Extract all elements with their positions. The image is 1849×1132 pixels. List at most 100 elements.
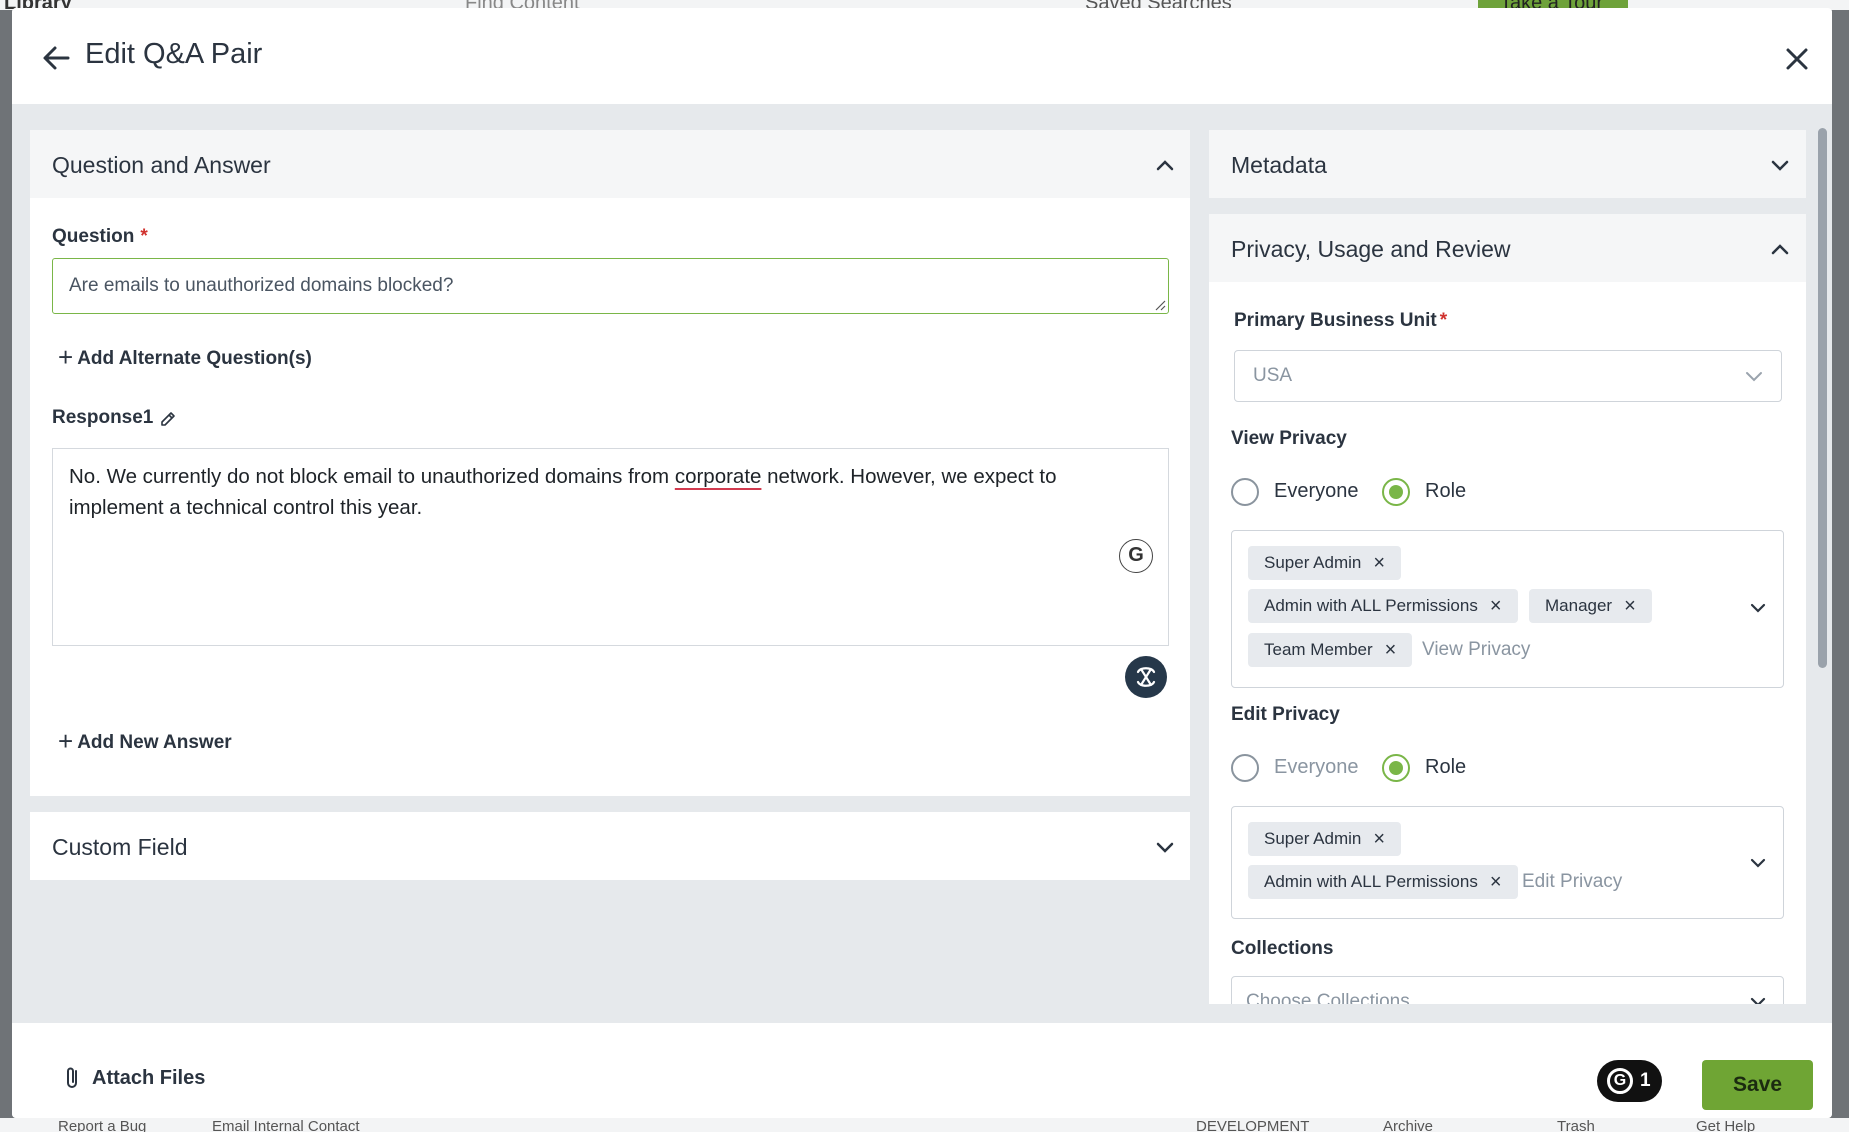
view-role-radio[interactable] <box>1382 478 1410 506</box>
collections-label: Collections <box>1231 938 1334 959</box>
edit-everyone-radio[interactable] <box>1231 754 1259 782</box>
business-unit-label-text: Primary Business Unit <box>1234 310 1437 331</box>
edit-privacy-placeholder[interactable]: Edit Privacy <box>1522 871 1622 893</box>
collections-placeholder: Choose Collections <box>1246 991 1410 1004</box>
qa-panel-header[interactable]: Question and Answer <box>30 130 1190 198</box>
paperclip-icon[interactable] <box>62 1065 82 1091</box>
metadata-title: Metadata <box>1231 152 1327 178</box>
chevron-up-icon <box>1156 160 1174 171</box>
modal-header: Edit Q&A Pair <box>12 8 1832 104</box>
metadata-header: Metadata <box>1209 130 1806 198</box>
business-unit-select[interactable]: USA <box>1234 350 1782 402</box>
custom-field-panel[interactable]: Custom Field <box>30 812 1190 880</box>
question-input[interactable]: Are emails to unauthorized domains block… <box>52 258 1169 314</box>
background-footer: Report a Bug Email Internal Contact DEVE… <box>0 1118 1849 1132</box>
bg-report-bug: Report a Bug <box>58 1118 147 1132</box>
bg-get-help: Get Help <box>1696 1118 1756 1132</box>
question-label-text: Question <box>52 226 135 247</box>
view-tag-manager: Manager × <box>1529 589 1652 623</box>
privacy-header[interactable]: Privacy, Usage and Review <box>1209 214 1806 282</box>
attach-files-button[interactable]: Attach Files <box>92 1067 205 1090</box>
plus-icon: + <box>58 726 74 756</box>
response-label: Response1 <box>52 407 153 429</box>
view-privacy-multiselect[interactable]: Super Admin × Admin with ALL Permissions ×… <box>1231 530 1784 688</box>
grammarly-icon: G <box>1607 1068 1633 1094</box>
chevron-down-icon[interactable] <box>1747 597 1769 619</box>
required-mark: * <box>140 226 148 247</box>
response-editor[interactable]: No. We currently do not block email to u… <box>52 448 1169 646</box>
bg-environment: DEVELOPMENT <box>1196 1118 1310 1132</box>
chevron-down-icon[interactable] <box>1747 852 1769 874</box>
bg-trash: Trash <box>1557 1118 1595 1132</box>
add-alternate-question-button[interactable]: + Add Alternate Question(s) <box>58 342 312 373</box>
custom-field-title: Custom Field <box>52 834 188 860</box>
qa-panel-title: Question and Answer <box>52 152 271 178</box>
scrollbar-thumb[interactable] <box>1818 128 1827 668</box>
remove-tag-icon[interactable]: × <box>1490 872 1502 892</box>
plus-icon: + <box>58 342 74 372</box>
chevron-down-icon <box>1156 842 1174 853</box>
modal-title: Edit Q&A Pair <box>85 38 263 70</box>
chevron-down-icon <box>1750 997 1766 1004</box>
remove-tag-icon[interactable]: × <box>1373 829 1385 849</box>
metadata-panel[interactable]: Metadata <box>1209 130 1806 198</box>
question-label: Question * <box>52 226 148 248</box>
chevron-up-icon <box>1771 244 1789 255</box>
edit-everyone-label: Everyone <box>1274 756 1359 778</box>
edit-tag-admin-all: Admin with ALL Permissions × <box>1248 865 1518 899</box>
link-sync-icon <box>1136 667 1156 687</box>
close-icon <box>1786 48 1808 70</box>
add-new-answer-label: Add New Answer <box>77 732 232 753</box>
response-label-text: Response1 <box>52 407 154 428</box>
question-value: Are emails to unauthorized domains block… <box>69 275 454 296</box>
privacy-title: Privacy, Usage and Review <box>1231 236 1511 262</box>
grammarly-icon[interactable]: G <box>1119 539 1153 573</box>
edit-tag-super-admin: Super Admin × <box>1248 822 1402 856</box>
spellcheck-flagged-word[interactable]: corporate <box>675 465 762 488</box>
modal-footer: Attach Files G 1 Save <box>12 1023 1832 1118</box>
privacy-panel: Privacy, Usage and Review Primary Busine… <box>1209 214 1806 1004</box>
remove-tag-icon[interactable]: × <box>1385 640 1397 660</box>
chevron-down-icon <box>1771 160 1789 171</box>
edit-privacy-label: Edit Privacy <box>1231 704 1340 725</box>
chevron-down-icon <box>1746 372 1762 382</box>
bg-archive: Archive <box>1383 1118 1434 1132</box>
remove-tag-icon[interactable]: × <box>1624 596 1636 616</box>
view-tag-team-member: Team Member × <box>1248 633 1413 667</box>
edit-privacy-multiselect[interactable]: Super Admin × Admin with ALL Permissions ×… <box>1231 806 1784 919</box>
business-unit-label: Primary Business Unit * <box>1234 310 1447 332</box>
view-everyone-radio[interactable] <box>1231 478 1259 506</box>
arrow-left-icon <box>43 46 70 70</box>
bg-email-contact: Email Internal Contact <box>212 1118 360 1132</box>
edit-role-label: Role <box>1425 756 1467 778</box>
view-tag-admin-all: Admin with ALL Permissions × <box>1248 589 1518 623</box>
view-tag-super-admin: Super Admin × <box>1248 546 1402 580</box>
add-alternate-label: Add Alternate Question(s) <box>77 348 312 369</box>
tag-label: Admin with ALL Permissions <box>1264 596 1478 615</box>
grammarly-count-badge[interactable]: G 1 <box>1597 1060 1662 1102</box>
view-role-label: Role <box>1425 480 1467 502</box>
save-button[interactable]: Save <box>1702 1060 1813 1110</box>
view-privacy-label: View Privacy <box>1231 428 1347 449</box>
sync-content-button[interactable] <box>1125 656 1167 698</box>
view-privacy-placeholder[interactable]: View Privacy <box>1422 639 1530 661</box>
remove-tag-icon[interactable]: × <box>1373 553 1385 573</box>
edit-role-radio[interactable] <box>1382 754 1410 782</box>
response-text-part: No. We currently do not block email to u… <box>69 465 675 488</box>
tag-label: Admin with ALL Permissions <box>1264 872 1478 891</box>
required-mark: * <box>1439 310 1448 331</box>
tag-label: Team Member <box>1264 640 1373 659</box>
back-button[interactable] <box>38 40 74 76</box>
business-unit-value: USA <box>1253 365 1293 386</box>
pencil-icon[interactable] <box>158 409 178 429</box>
tag-label: Super Admin <box>1264 829 1362 848</box>
tag-label: Manager <box>1545 596 1613 615</box>
tag-label: Super Admin <box>1264 553 1362 572</box>
collections-select[interactable]: Choose Collections <box>1231 976 1784 1004</box>
resize-handle-icon[interactable] <box>1154 299 1166 311</box>
grammarly-count: 1 <box>1640 1070 1651 1091</box>
add-new-answer-button[interactable]: + Add New Answer <box>58 726 232 757</box>
view-everyone-label: Everyone <box>1274 480 1359 502</box>
close-button[interactable] <box>1782 44 1812 74</box>
remove-tag-icon[interactable]: × <box>1490 596 1502 616</box>
